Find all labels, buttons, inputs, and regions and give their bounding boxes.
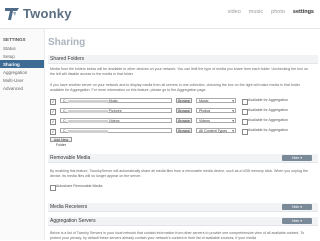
- aggregation-checkbox[interactable]: [242, 118, 248, 125]
- autoshare-checkbox[interactable]: [50, 184, 56, 191]
- media-receivers-hide-button[interactable]: Hide ▾: [282, 204, 312, 210]
- content-type-select[interactable]: Photos ▾: [196, 108, 236, 113]
- top-nav: video music photo settings: [228, 9, 314, 15]
- redacted-path: [67, 99, 108, 103]
- content-type-select[interactable]: Videos ▾: [196, 118, 236, 123]
- nav-video[interactable]: video: [228, 9, 241, 15]
- shared-folders-label: Shared Folders: [50, 56, 85, 62]
- aggregation-checkbox[interactable]: [242, 98, 248, 105]
- browse-button[interactable]: Browse: [176, 98, 192, 103]
- shared-folders-header: Shared Folders: [48, 55, 318, 64]
- aggregation-servers-header: Aggregation Servers Hide ▾: [48, 217, 318, 226]
- folder-share-checkbox[interactable]: ✓: [50, 109, 56, 115]
- content-type-select[interactable]: All Content Types ▾: [196, 128, 236, 133]
- folder-row: ✓ C: Pictures Browse Photos ▾ Available fo…: [50, 108, 312, 115]
- sidebar-item-setup[interactable]: Setup: [0, 52, 44, 60]
- sidebar-item-multi-user[interactable]: Multi-User: [0, 76, 44, 84]
- folder-share-checkbox[interactable]: ✓: [50, 99, 56, 105]
- redacted-path: [67, 129, 108, 133]
- folder-share-checkbox[interactable]: ✓: [50, 119, 56, 125]
- nav-photo[interactable]: photo: [271, 9, 285, 15]
- folder-path-input[interactable]: C: Pictures: [60, 108, 172, 113]
- autoshare-option: Autoshare Removable Media: [50, 184, 103, 191]
- folder-path-input[interactable]: C:: [60, 128, 172, 133]
- media-receivers-header: Media Receivers Hide ▾: [48, 203, 318, 212]
- shared-folders-description: Media from the folders below will be ava…: [50, 67, 309, 76]
- folder-row: ✓ C: Music Browse Music ▾ Available for Ag…: [50, 98, 312, 105]
- folder-row: ✓ C: Videos Browse Videos ▾ Available for …: [50, 118, 312, 125]
- add-new-folder-button[interactable]: Add New Folder: [50, 137, 72, 147]
- dropdown-arrow-icon: ▾: [232, 99, 234, 103]
- dropdown-arrow-icon: ▾: [232, 129, 234, 133]
- browse-button[interactable]: Browse: [176, 128, 192, 133]
- twonky-logo-icon: [4, 7, 20, 21]
- sidebar-item-sharing[interactable]: Sharing: [0, 60, 44, 68]
- aggregation-servers-label: Aggregation Servers: [50, 218, 96, 224]
- aggregation-option: Available for Aggregation: [242, 108, 288, 115]
- removable-media-description: By enabling this feature, TwonkyServer w…: [50, 169, 309, 178]
- aggregation-option: Available for Aggregation: [242, 128, 288, 135]
- folder-path-input[interactable]: C: Videos: [60, 118, 172, 123]
- sidebar-heading: SETTINGS: [3, 37, 26, 42]
- dropdown-arrow-icon: ▾: [232, 119, 234, 123]
- autoshare-label: Autoshare Removable Media: [56, 184, 103, 188]
- aggregation-servers-hide-button[interactable]: Hide ▾: [282, 218, 312, 224]
- sidebar-item-advanced[interactable]: Advanced: [0, 84, 44, 92]
- shared-folders-description-2: If you have another server on your netwo…: [50, 83, 300, 92]
- twonky-logo[interactable]: Twonky: [4, 6, 72, 21]
- folder-share-checkbox[interactable]: ✓: [50, 129, 56, 135]
- page-title: Sharing: [48, 37, 86, 48]
- media-receivers-label: Media Receivers: [50, 204, 88, 210]
- settings-sidebar: SETTINGS Status Setup Sharing Aggregatio…: [0, 29, 45, 240]
- sidebar-item-status[interactable]: Status: [0, 44, 44, 52]
- redacted-path: [67, 119, 108, 123]
- aggregation-option: Available for Aggregation: [242, 118, 288, 125]
- aggregation-option: Available for Aggregation: [242, 98, 288, 105]
- main-content: Sharing Shared Folders Media from the fo…: [46, 29, 320, 240]
- nav-settings[interactable]: settings: [293, 9, 314, 15]
- sidebar-item-aggregation[interactable]: Aggregation: [0, 68, 44, 76]
- browse-button[interactable]: Browse: [176, 108, 192, 113]
- aggregation-checkbox[interactable]: [242, 128, 248, 135]
- folder-path-input[interactable]: C: Music: [60, 98, 172, 103]
- removable-media-label: Removable Media: [50, 155, 91, 161]
- aggregation-checkbox[interactable]: [242, 108, 248, 115]
- content-type-select[interactable]: Music ▾: [196, 98, 236, 103]
- redacted-path: [67, 109, 108, 113]
- dropdown-arrow-icon: ▾: [232, 109, 234, 113]
- folder-row: ✓ C: Browse All Content Types ▾ Available…: [50, 128, 312, 135]
- removable-media-hide-button[interactable]: Hide ▾: [282, 155, 312, 161]
- logo-text: Twonky: [23, 6, 72, 21]
- removable-media-header: Removable Media Hide ▾: [48, 154, 318, 163]
- nav-music[interactable]: music: [249, 9, 263, 15]
- browse-button[interactable]: Browse: [176, 118, 192, 123]
- top-header: Twonky video music photo settings: [0, 0, 320, 29]
